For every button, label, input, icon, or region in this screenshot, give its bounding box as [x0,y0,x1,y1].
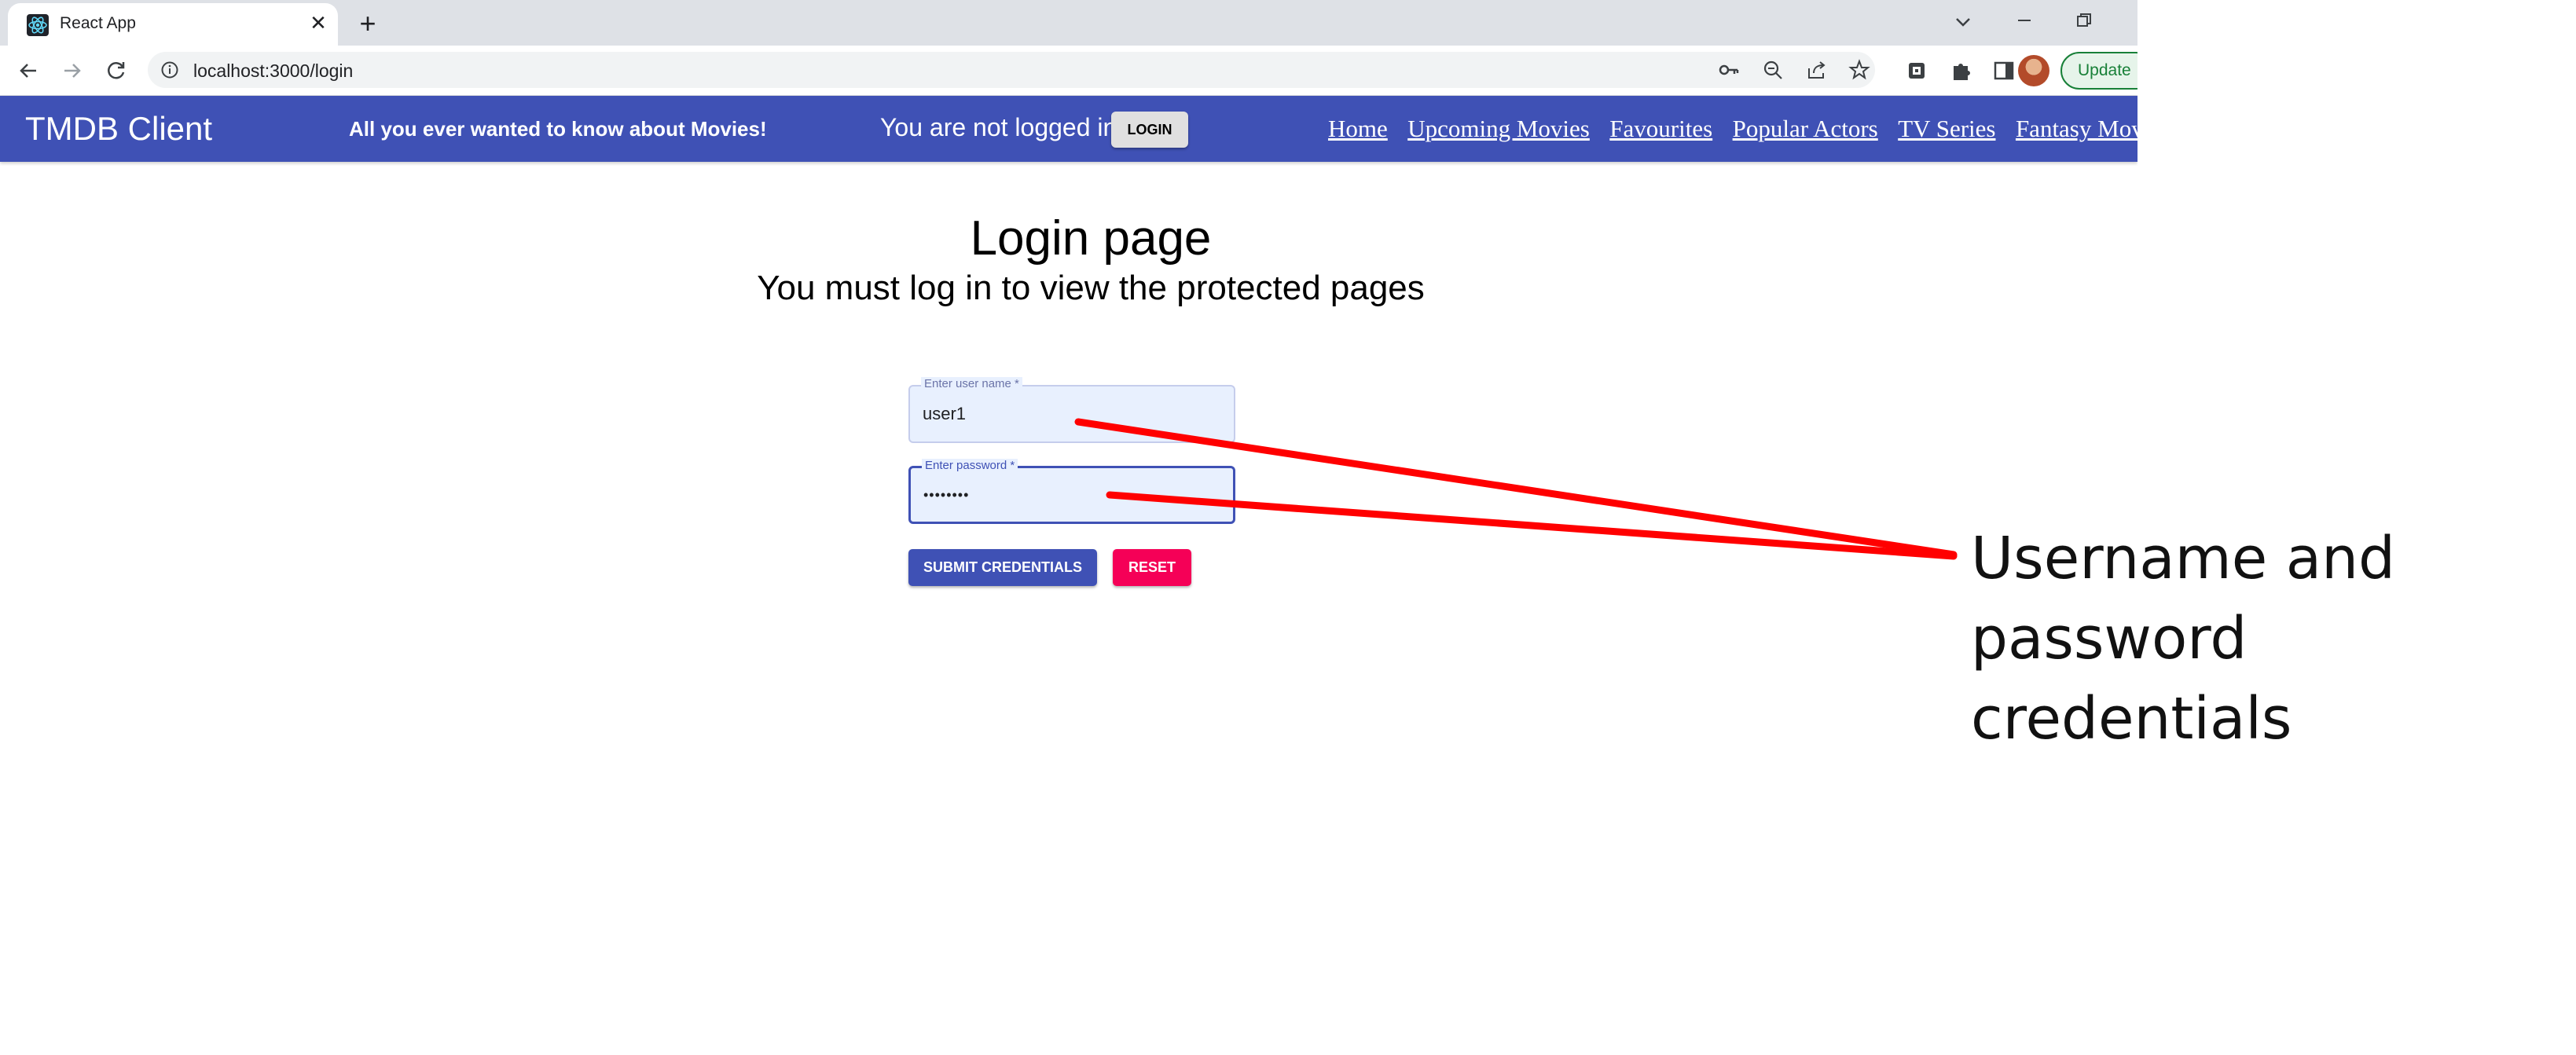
site-info-icon[interactable] [160,60,179,79]
submit-credentials-button[interactable]: SUBMIT CREDENTIALS [908,549,1097,586]
page: React App ✕ + localhost:3000/login Updat… [0,0,2576,1055]
page-title: Login page [970,211,1212,266]
password-label: Enter password * [922,459,1018,472]
page-subtitle: You must log in to view the protected pa… [757,269,1425,307]
nav-link-home[interactable]: Home [1328,115,1388,142]
tab-close-icon[interactable]: ✕ [306,11,330,35]
react-favicon-icon [27,14,49,36]
extension-app-icon[interactable] [1905,58,1930,83]
login-status-text: You are not logged in [880,113,1117,141]
browser-tab[interactable]: React App ✕ [8,3,338,46]
update-button[interactable]: Update [2060,52,2137,90]
forward-icon[interactable] [58,57,86,85]
browser-toolbar: localhost:3000/login Update [0,46,2137,96]
nav-link-favourites[interactable]: Favourites [1609,115,1712,142]
tab-title: React App [60,14,136,32]
zoom-icon[interactable] [1762,59,1784,81]
app-title: TMDB Client [25,110,213,147]
nav-link-upcoming-movies[interactable]: Upcoming Movies [1407,115,1590,142]
browser-window: React App ✕ + localhost:3000/login Updat… [0,0,2137,1055]
address-bar[interactable]: localhost:3000/login [148,52,1875,88]
new-tab-icon[interactable]: + [354,9,382,38]
annotation-line-1: Username and [1971,525,2395,592]
login-button[interactable]: LOGIN [1111,112,1188,148]
annotation-label: Username and password credentials [1971,518,2568,759]
nav-link-tv-series[interactable]: TV Series [1898,115,1995,142]
bookmark-star-icon[interactable] [1848,59,1870,81]
app-tagline: All you ever wanted to know about Movies… [349,117,767,141]
reload-icon[interactable] [102,57,130,85]
password-value[interactable]: •••••••• [923,487,969,504]
nav-link-fantasy-movies[interactable]: Fantasy Movies [2016,115,2137,142]
tab-search-icon[interactable] [1950,9,1976,35]
url-text[interactable]: localhost:3000/login [193,60,353,82]
nav-link-popular-actors[interactable]: Popular Actors [1733,115,1878,142]
tab-strip: React App ✕ + [0,0,2137,46]
side-panel-icon[interactable] [1991,58,2016,83]
annotation-line-2: password credentials [1971,605,2292,753]
app-header: TMDB Client All you ever wanted to know … [0,96,2137,162]
profile-avatar[interactable] [2018,55,2049,86]
reset-button[interactable]: RESET [1113,549,1191,586]
username-field[interactable]: Enter user name * user1 [908,377,1235,443]
key-icon[interactable] [1718,59,1740,81]
share-icon[interactable] [1806,59,1828,81]
back-icon[interactable] [14,57,42,85]
password-field[interactable]: Enter password * •••••••• [908,459,1235,524]
restore-icon[interactable] [2071,8,2097,33]
minimize-icon[interactable] [2012,8,2037,33]
username-value[interactable]: user1 [923,404,966,424]
extensions-puzzle-icon[interactable] [1949,58,1974,83]
main-nav: Home Upcoming Movies Favourites Popular … [1328,115,2137,143]
username-label: Enter user name * [921,377,1022,390]
